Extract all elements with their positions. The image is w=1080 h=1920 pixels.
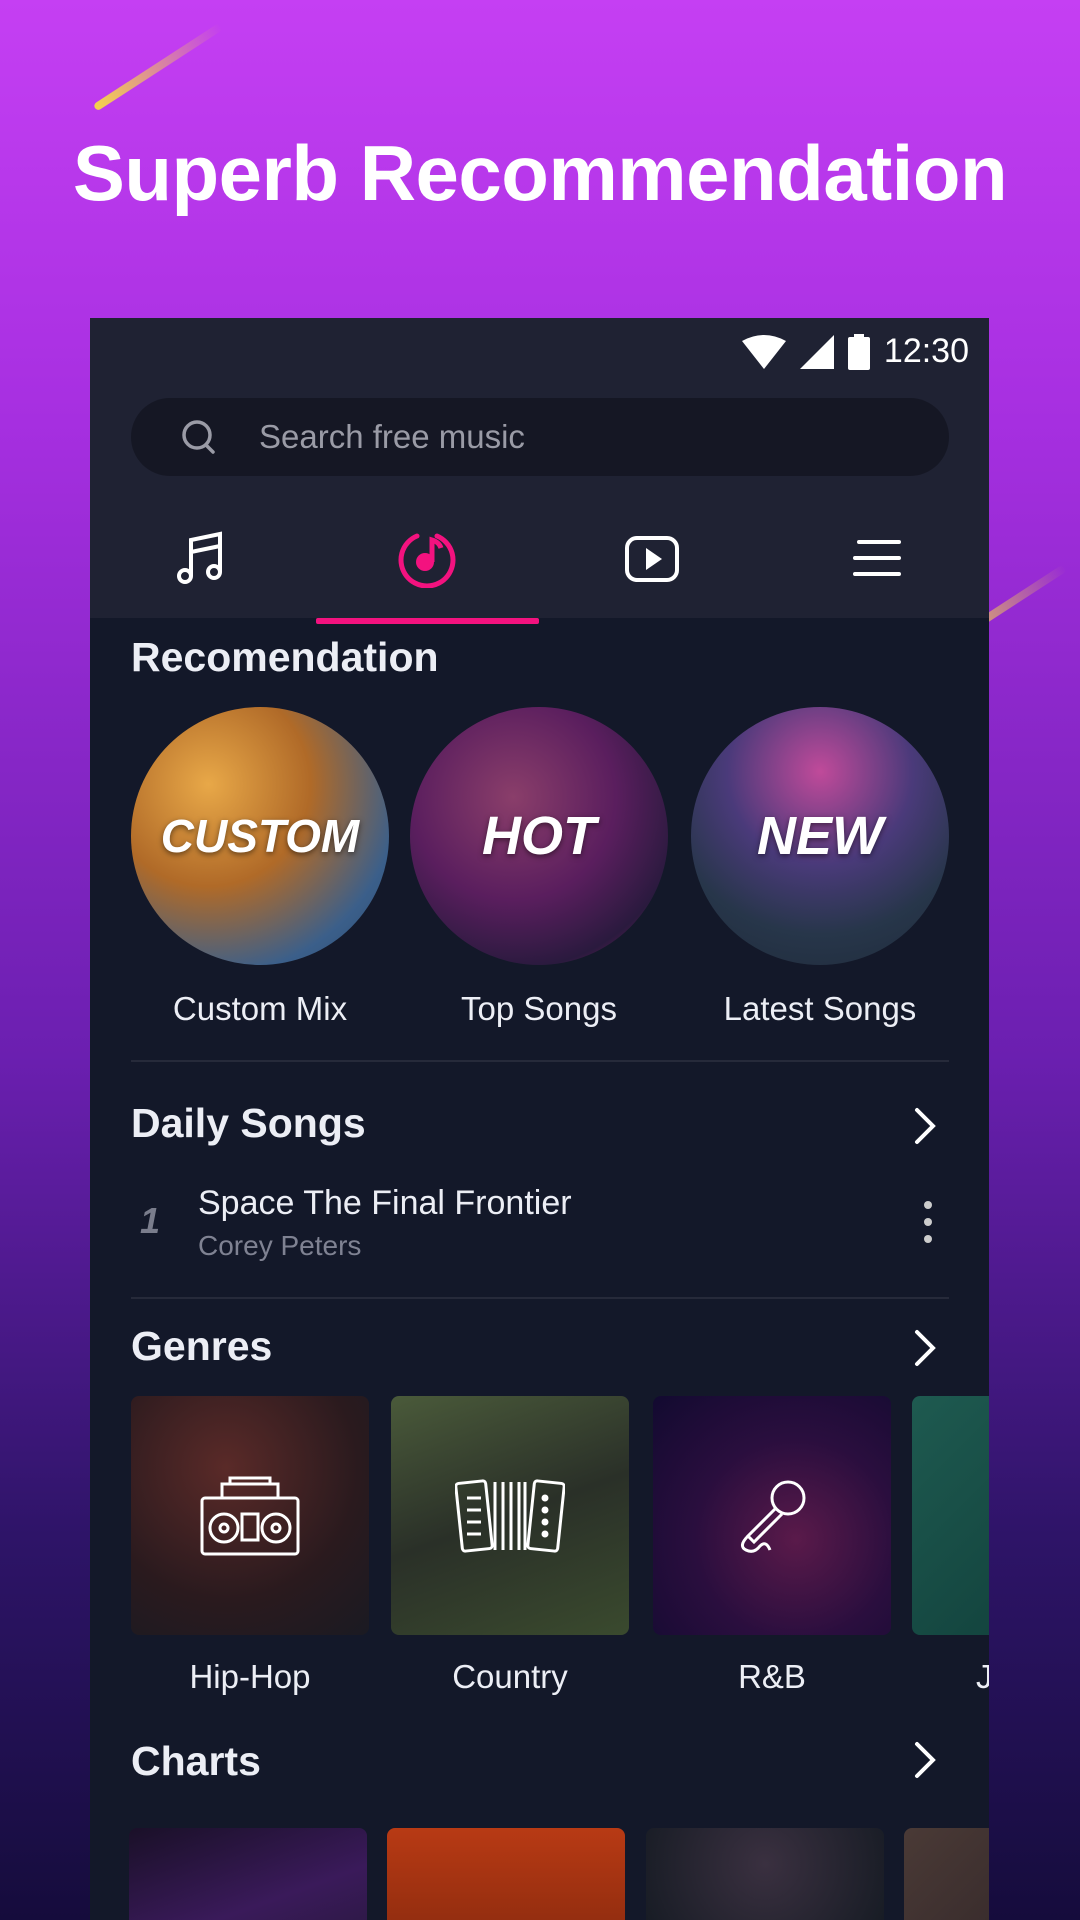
- search-icon: [182, 420, 215, 454]
- genre-label: Country: [452, 1658, 568, 1695]
- song-artist: Corey Peters: [198, 1230, 362, 1261]
- recommendation-top-songs[interactable]: HOT: [410, 707, 668, 965]
- section-title-charts: Charts: [131, 1738, 261, 1784]
- microphone-icon: [741, 1480, 806, 1553]
- recommendation-label: Custom Mix: [172, 990, 348, 1027]
- song-row[interactable]: 1 Space The Final Frontier Corey Peters: [90, 1178, 989, 1268]
- boombox-icon: [200, 1476, 300, 1555]
- tab-bar: [90, 498, 989, 624]
- recommendation-label: Top Songs: [461, 990, 617, 1027]
- music-disc-icon: [398, 533, 456, 588]
- video-play-icon: [624, 536, 679, 582]
- chart-tile[interactable]: [129, 1828, 367, 1920]
- genre-tile-rnb[interactable]: [653, 1396, 891, 1635]
- section-title-recommendation: Recomendation: [131, 634, 439, 680]
- chevron-right-icon[interactable]: [913, 1106, 937, 1146]
- recommendation-custom-mix[interactable]: CUSTOM: [131, 707, 389, 965]
- accordion-icon: [455, 1478, 565, 1553]
- badge: CUSTOM: [160, 810, 360, 862]
- app-header: 12:30: [90, 318, 989, 624]
- chart-tile[interactable]: [387, 1828, 625, 1920]
- search-bar[interactable]: [131, 398, 949, 476]
- tab-discover[interactable]: [315, 498, 540, 624]
- status-bar: 12:30: [741, 332, 969, 371]
- headline: Superb Recommendation: [72, 129, 1008, 217]
- genre-tile-country[interactable]: [391, 1396, 629, 1635]
- phone-screen: 12:30 Recomendation CUSTOM Custom Mix HO…: [90, 318, 989, 1920]
- battery-icon: [847, 333, 870, 370]
- genre-label: J: [976, 1658, 989, 1695]
- recommendation-label: Latest Songs: [723, 990, 917, 1027]
- chart-tile[interactable]: [646, 1828, 884, 1920]
- chart-tile[interactable]: [904, 1828, 989, 1920]
- tab-menu[interactable]: [764, 498, 989, 618]
- chevron-right-icon[interactable]: [913, 1328, 937, 1368]
- clock: 12:30: [883, 332, 969, 370]
- genre-tile[interactable]: [912, 1396, 989, 1635]
- recommendation-latest-songs[interactable]: NEW: [691, 707, 949, 965]
- menu-icon: [852, 540, 901, 576]
- tab-video[interactable]: [540, 498, 765, 618]
- song-rank: 1: [140, 1200, 161, 1241]
- more-options-icon[interactable]: [923, 1200, 933, 1244]
- chevron-right-icon[interactable]: [913, 1740, 937, 1780]
- tab-music[interactable]: [90, 498, 315, 618]
- section-title-daily-songs: Daily Songs: [131, 1100, 366, 1146]
- badge: HOT: [482, 806, 596, 866]
- genre-label: R&B: [738, 1658, 806, 1695]
- genre-label: Hip-Hop: [189, 1658, 311, 1695]
- divider: [131, 1060, 949, 1062]
- wifi-icon: [741, 334, 786, 369]
- section-title-genres: Genres: [131, 1323, 273, 1369]
- divider: [131, 1297, 949, 1299]
- decorative-streak: [92, 22, 223, 112]
- cell-signal-icon: [799, 334, 834, 369]
- song-title: Space The Final Frontier: [198, 1184, 572, 1222]
- music-note-icon: [177, 531, 223, 584]
- search-input[interactable]: [259, 418, 859, 456]
- genre-tile-hip-hop[interactable]: [131, 1396, 369, 1635]
- badge: NEW: [757, 806, 883, 866]
